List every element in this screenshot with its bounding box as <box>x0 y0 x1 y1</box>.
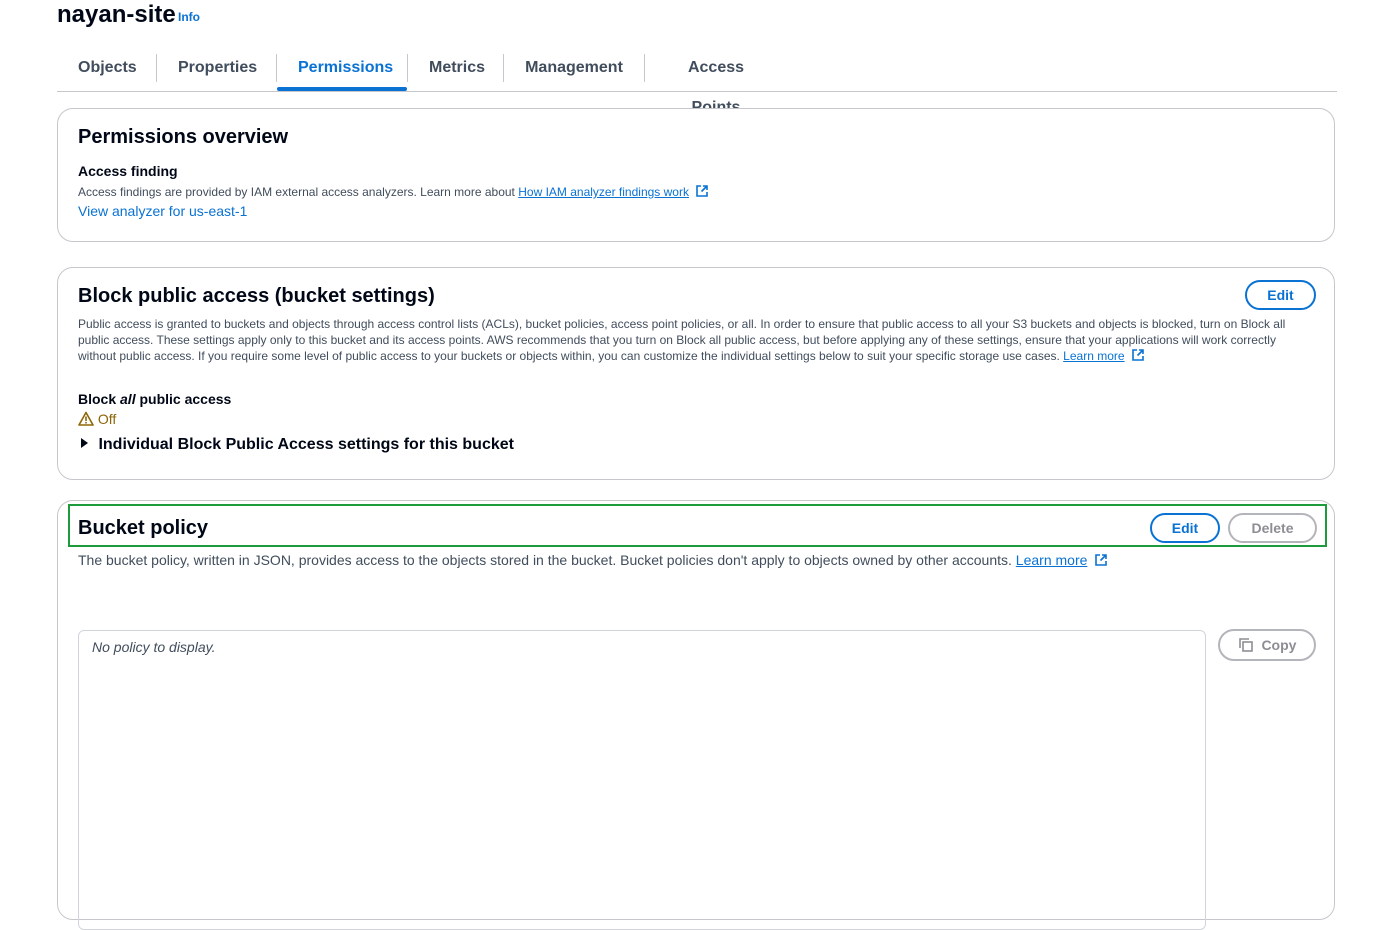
block-public-access-card: Block public access (bucket settings) Ed… <box>57 267 1335 480</box>
copy-label: Copy <box>1261 637 1297 653</box>
access-finding-description: Access findings are provided by IAM exte… <box>78 184 709 200</box>
tab-permissions[interactable]: Permissions <box>277 48 407 91</box>
block-public-access-heading: Block public access (bucket settings) <box>78 285 435 307</box>
caret-right-icon <box>81 438 88 448</box>
tab-management[interactable]: Management <box>504 48 644 90</box>
block-all-public-access-label: Block all public access <box>78 391 231 407</box>
block-all-status-text: Off <box>97 411 117 427</box>
highlight-box <box>68 504 1327 547</box>
block-public-access-edit-button[interactable]: Edit <box>1245 280 1316 310</box>
tab-access-points[interactable]: Access Points <box>645 48 787 116</box>
access-finding-text: Access findings are provided by IAM exte… <box>78 185 515 199</box>
bucket-policy-heading: Bucket policy <box>78 517 209 539</box>
bucket-policy-edit-button[interactable]: Edit <box>1150 513 1220 543</box>
block-public-access-description: Public access is granted to buckets and … <box>78 316 1314 364</box>
policy-empty-text: No policy to display. <box>92 639 216 655</box>
warning-icon <box>78 411 94 426</box>
individual-settings-expander[interactable]: Individual Block Public Access settings … <box>78 436 514 454</box>
block-all-emphasis: all <box>120 391 136 407</box>
permissions-overview-card: Permissions overview Access finding Acce… <box>57 108 1335 242</box>
external-link-icon <box>696 185 709 197</box>
tab-objects[interactable]: Objects <box>57 48 156 90</box>
copy-icon <box>1238 638 1253 652</box>
info-link[interactable]: Info <box>178 10 200 24</box>
bucket-policy-delete-button[interactable]: Delete <box>1228 513 1317 543</box>
external-link-icon <box>1132 349 1144 361</box>
individual-settings-label: Individual Block Public Access settings … <box>98 436 514 453</box>
tab-bar: Objects Properties Permissions Metrics M… <box>57 48 1337 116</box>
view-analyzer-link[interactable]: View analyzer for us-east-1 <box>78 203 247 219</box>
bucket-policy-learn-more-link[interactable]: Learn more <box>1016 552 1088 568</box>
block-all-prefix: Block <box>78 391 117 407</box>
tab-properties[interactable]: Properties <box>157 48 276 90</box>
bucket-policy-text: The bucket policy, written in JSON, prov… <box>78 552 1012 568</box>
bucket-policy-description: The bucket policy, written in JSON, prov… <box>78 552 1108 568</box>
permissions-overview-heading: Permissions overview <box>78 126 289 148</box>
external-link-icon <box>1095 554 1108 566</box>
block-all-status: Off <box>78 411 116 427</box>
policy-editor[interactable]: No policy to display. <box>78 630 1206 930</box>
block-public-access-learn-more-link[interactable]: Learn more <box>1063 349 1124 363</box>
page-title: nayan-site <box>57 1 176 28</box>
block-all-suffix: public access <box>139 391 232 407</box>
tab-metrics[interactable]: Metrics <box>408 48 503 90</box>
bucket-policy-card: Bucket policy Edit Delete The bucket pol… <box>57 500 1335 930</box>
iam-findings-help-link[interactable]: How IAM analyzer findings work <box>518 185 689 199</box>
access-finding-label: Access finding <box>78 163 178 179</box>
copy-policy-button[interactable]: Copy <box>1218 629 1316 661</box>
